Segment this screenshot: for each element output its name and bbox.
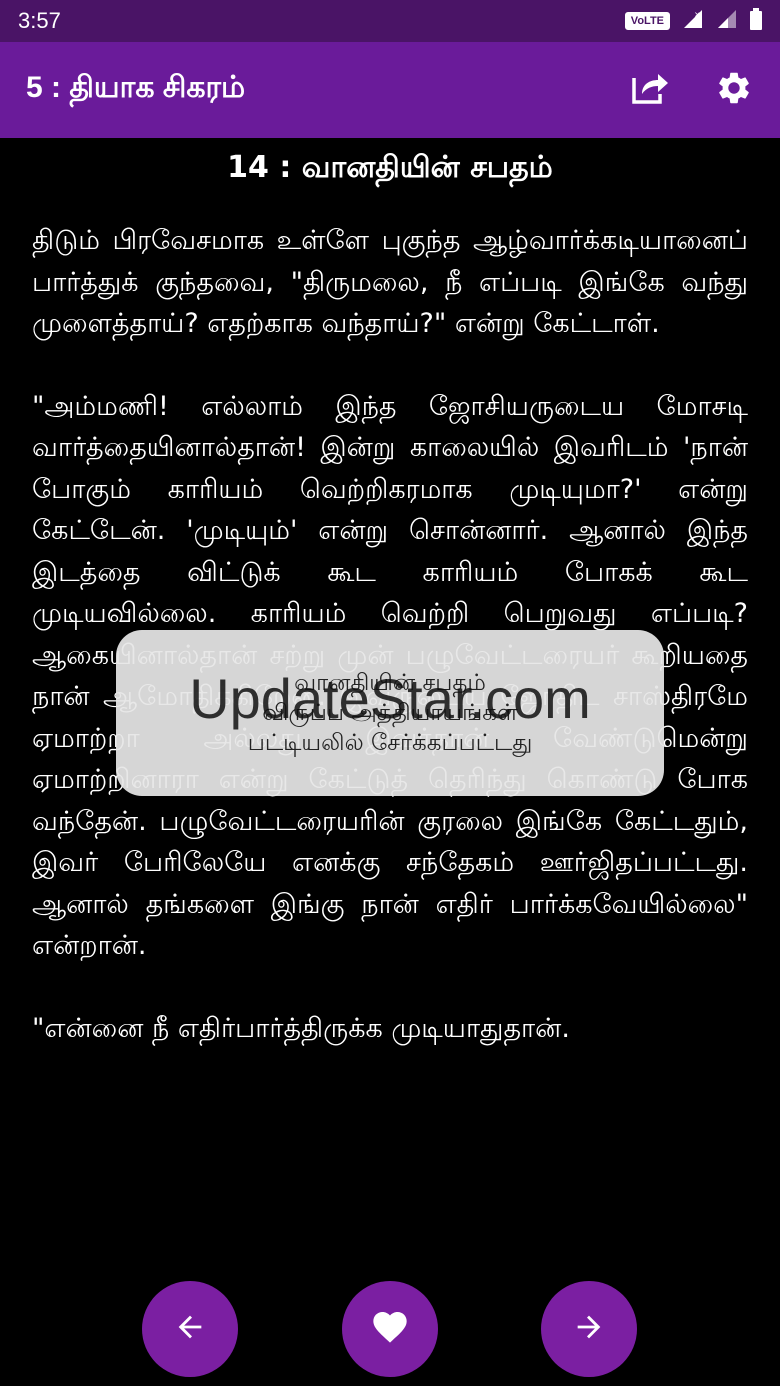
settings-icon xyxy=(715,69,753,111)
app-bar-actions xyxy=(630,70,754,110)
status-bar: 3:57 VoLTE × xyxy=(0,0,780,42)
heart-icon xyxy=(370,1307,410,1351)
signal-icon: × xyxy=(682,8,704,34)
content-paragraph: "என்னை நீ எதிர்பார்த்திருக்க முடியாதுதான… xyxy=(32,1012,570,1044)
toast-message: வானதியின் சபதம் விருப்ப அத்தியாயங்கள் பட… xyxy=(116,630,664,796)
chapter-title: 14 : வானதியின் சபதம் xyxy=(227,150,553,185)
arrow-right-icon xyxy=(572,1310,606,1348)
arrow-left-icon xyxy=(173,1310,207,1348)
previous-chapter-button[interactable] xyxy=(142,1281,238,1377)
next-chapter-button[interactable] xyxy=(541,1281,637,1377)
volte-badge: VoLTE xyxy=(624,12,670,30)
battery-icon xyxy=(750,8,762,34)
status-icons: VoLTE × xyxy=(624,8,762,34)
share-icon xyxy=(630,70,670,110)
app-title: 5 : தியாக சிகரம் xyxy=(26,71,246,104)
svg-text:×: × xyxy=(694,10,701,19)
toast-line-3: பட்டியலில் சேர்க்கப்பட்டது xyxy=(247,730,533,756)
content-paragraph: திடும் பிரவேசமாக உள்ளே புகுந்த ஆழ்வார்க்… xyxy=(32,225,748,339)
share-button[interactable] xyxy=(630,70,670,110)
settings-button[interactable] xyxy=(714,70,754,110)
signal-icon-2 xyxy=(716,8,738,34)
favorite-button[interactable] xyxy=(342,1281,438,1377)
status-time: 3:57 xyxy=(18,8,61,33)
watermark: UpdateStar.com xyxy=(189,667,591,730)
app-bar: 5 : தியாக சிகரம் xyxy=(0,42,780,138)
